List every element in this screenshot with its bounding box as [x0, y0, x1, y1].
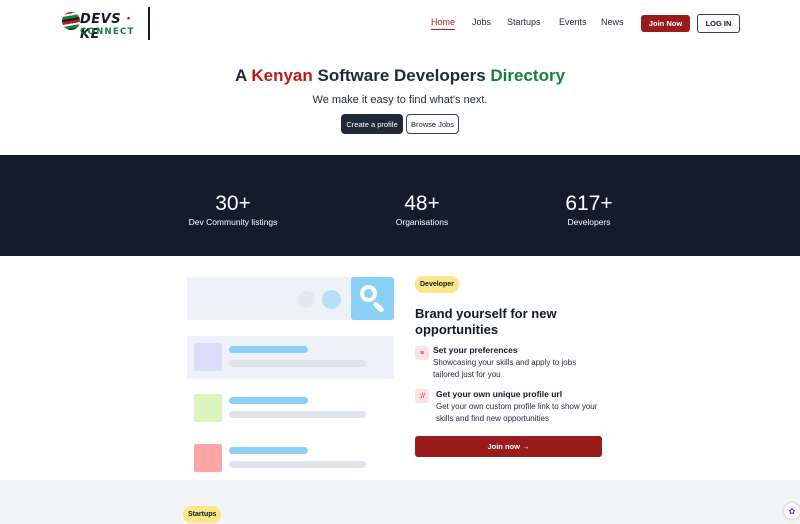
logo-divider: [148, 7, 150, 40]
join-now-cta-button[interactable]: Join now →: [415, 436, 602, 457]
nav-home[interactable]: Home: [431, 17, 456, 30]
nav-events[interactable]: Events: [559, 17, 587, 27]
illustration-line: [229, 346, 308, 353]
feature-item-heading: Get your own unique profile url: [436, 389, 563, 399]
illustration-avatar: [194, 343, 222, 371]
link-icon: ://: [415, 389, 429, 403]
stat-label: Organisations: [395, 217, 449, 227]
settings-icon: ≡: [415, 346, 429, 360]
nav-jobs[interactable]: Jobs: [472, 17, 491, 27]
create-profile-button[interactable]: Create a profile: [341, 114, 403, 134]
stat-label: Dev Community listings: [188, 217, 278, 227]
illustration-line: [229, 411, 366, 418]
feature-item-desc: Showcasing your skills and apply to jobs…: [433, 358, 577, 379]
illustration-line: [229, 461, 366, 468]
stat-communities: 30+ Dev Community listings: [153, 192, 313, 228]
illustration-line: [229, 360, 366, 367]
browse-jobs-button[interactable]: Browse Jobs: [406, 114, 459, 134]
illustration-line: [229, 447, 308, 454]
startups-badge: Startups: [183, 506, 222, 523]
login-button[interactable]: LOG IN: [697, 14, 740, 33]
stat-developers: 617+ Developers: [509, 192, 669, 228]
stat-value: 617+: [565, 192, 613, 215]
hero-title: A Kenyan Software Developers Directory: [234, 66, 566, 85]
illustration-dot: [298, 291, 315, 308]
stat-label: Developers: [567, 217, 611, 227]
feature-title: Brand yourself for new opportunities: [415, 306, 557, 337]
feature-item-heading: Set your preferences: [433, 345, 518, 355]
developer-badge: Developer: [415, 276, 459, 293]
site-header: DEVS · KE CONNECT Home Jobs Startups Eve…: [0, 0, 800, 48]
join-now-button[interactable]: Join Now: [641, 15, 690, 32]
stat-value: 30+: [215, 192, 251, 215]
stat-organisations: 48+ Organisations: [342, 192, 502, 228]
logo-subword: CONNECT: [80, 27, 135, 37]
feature-item-desc: Get your own custom profile link to show…: [436, 402, 598, 423]
startups-section: [0, 480, 800, 524]
illustration-avatar: [194, 394, 222, 422]
chat-widget-icon[interactable]: ✿: [784, 503, 800, 519]
illustration-line: [229, 397, 308, 404]
logo-swirl-icon: [62, 12, 80, 30]
nav-startups[interactable]: Startups: [507, 17, 541, 27]
stat-value: 48+: [404, 192, 440, 215]
devs-ke-connect-logo[interactable]: DEVS · KE CONNECT: [62, 8, 150, 42]
stats-band: 30+ Dev Community listings 48+ Organisat…: [0, 155, 800, 256]
hero-subtitle: We make it easy to find what's next.: [312, 94, 488, 106]
illustration-avatar: [194, 444, 222, 472]
magnifier-icon: [351, 277, 394, 320]
nav-news[interactable]: News: [601, 17, 624, 27]
illustration-dot: [322, 290, 341, 309]
